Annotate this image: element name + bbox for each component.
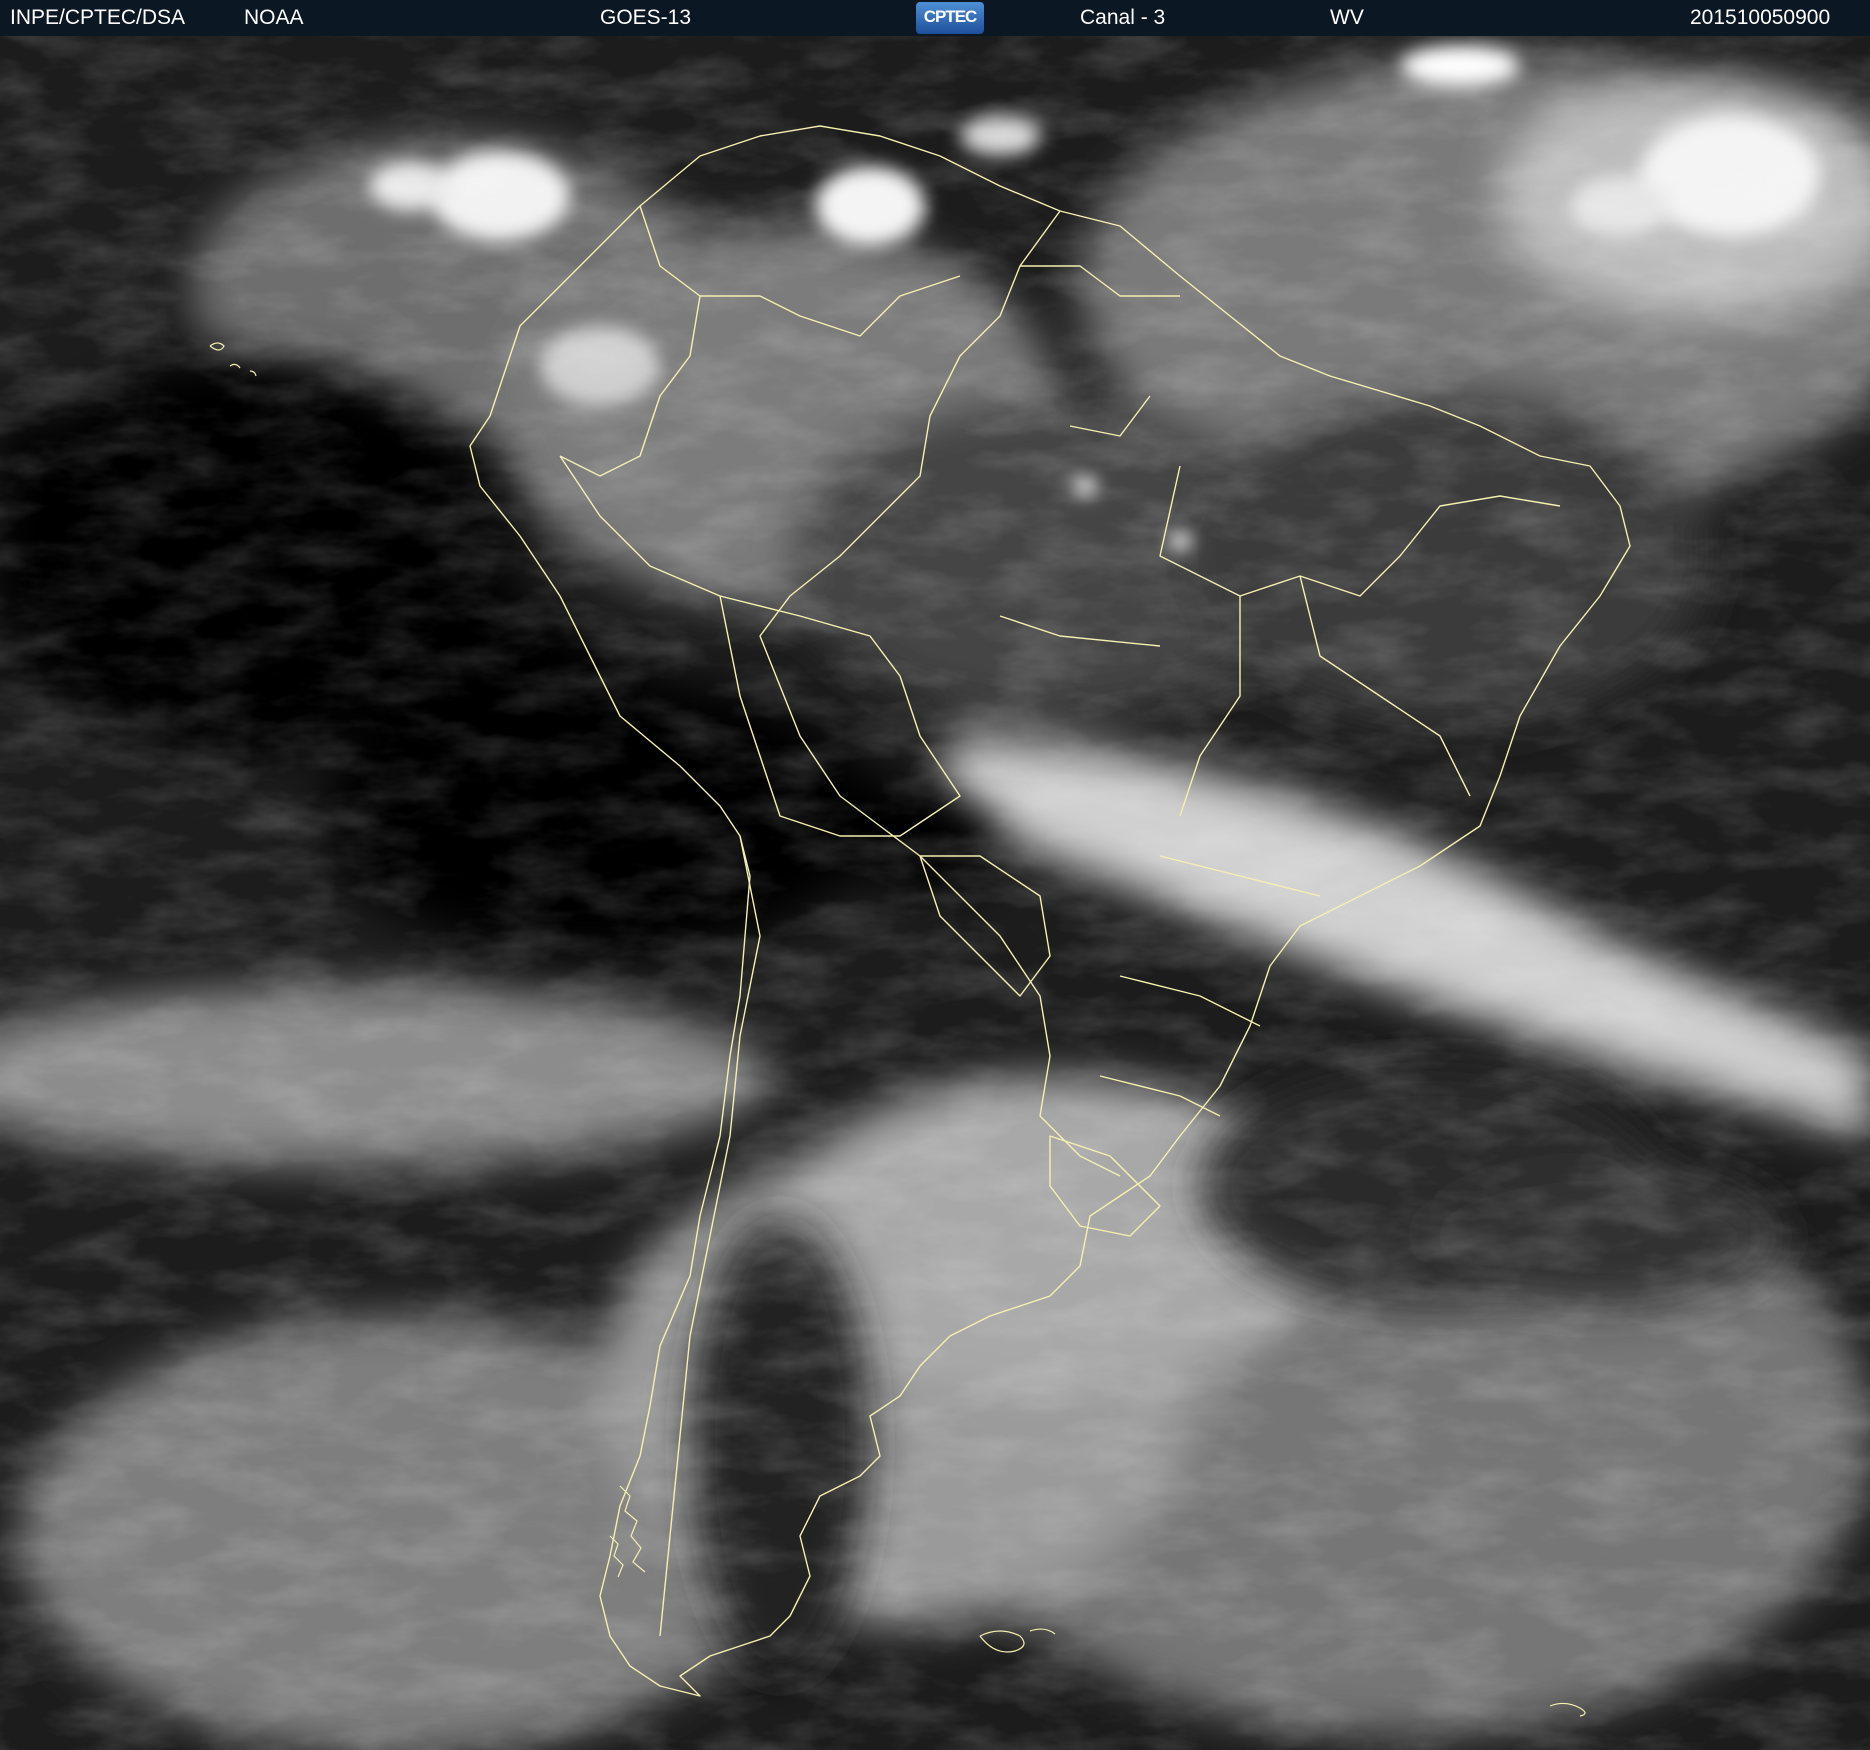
timestamp-label: 201510050900 [1690,6,1831,29]
satellite-image-canvas [0,36,1870,1750]
channel-label: Canal - 3 [1080,6,1166,29]
header-bar: INPE/CPTEC/DSA NOAA GOES-13 CPTEC Canal … [0,0,1870,36]
agency-label: NOAA [244,6,304,29]
cloud-texture [0,36,1870,1750]
band-label: WV [1330,6,1364,29]
organization-label: INPE/CPTEC/DSA [10,6,186,29]
satellite-image [0,36,1870,1750]
satellite-label: GOES-13 [600,6,692,29]
cptec-logo: CPTEC [916,2,984,34]
